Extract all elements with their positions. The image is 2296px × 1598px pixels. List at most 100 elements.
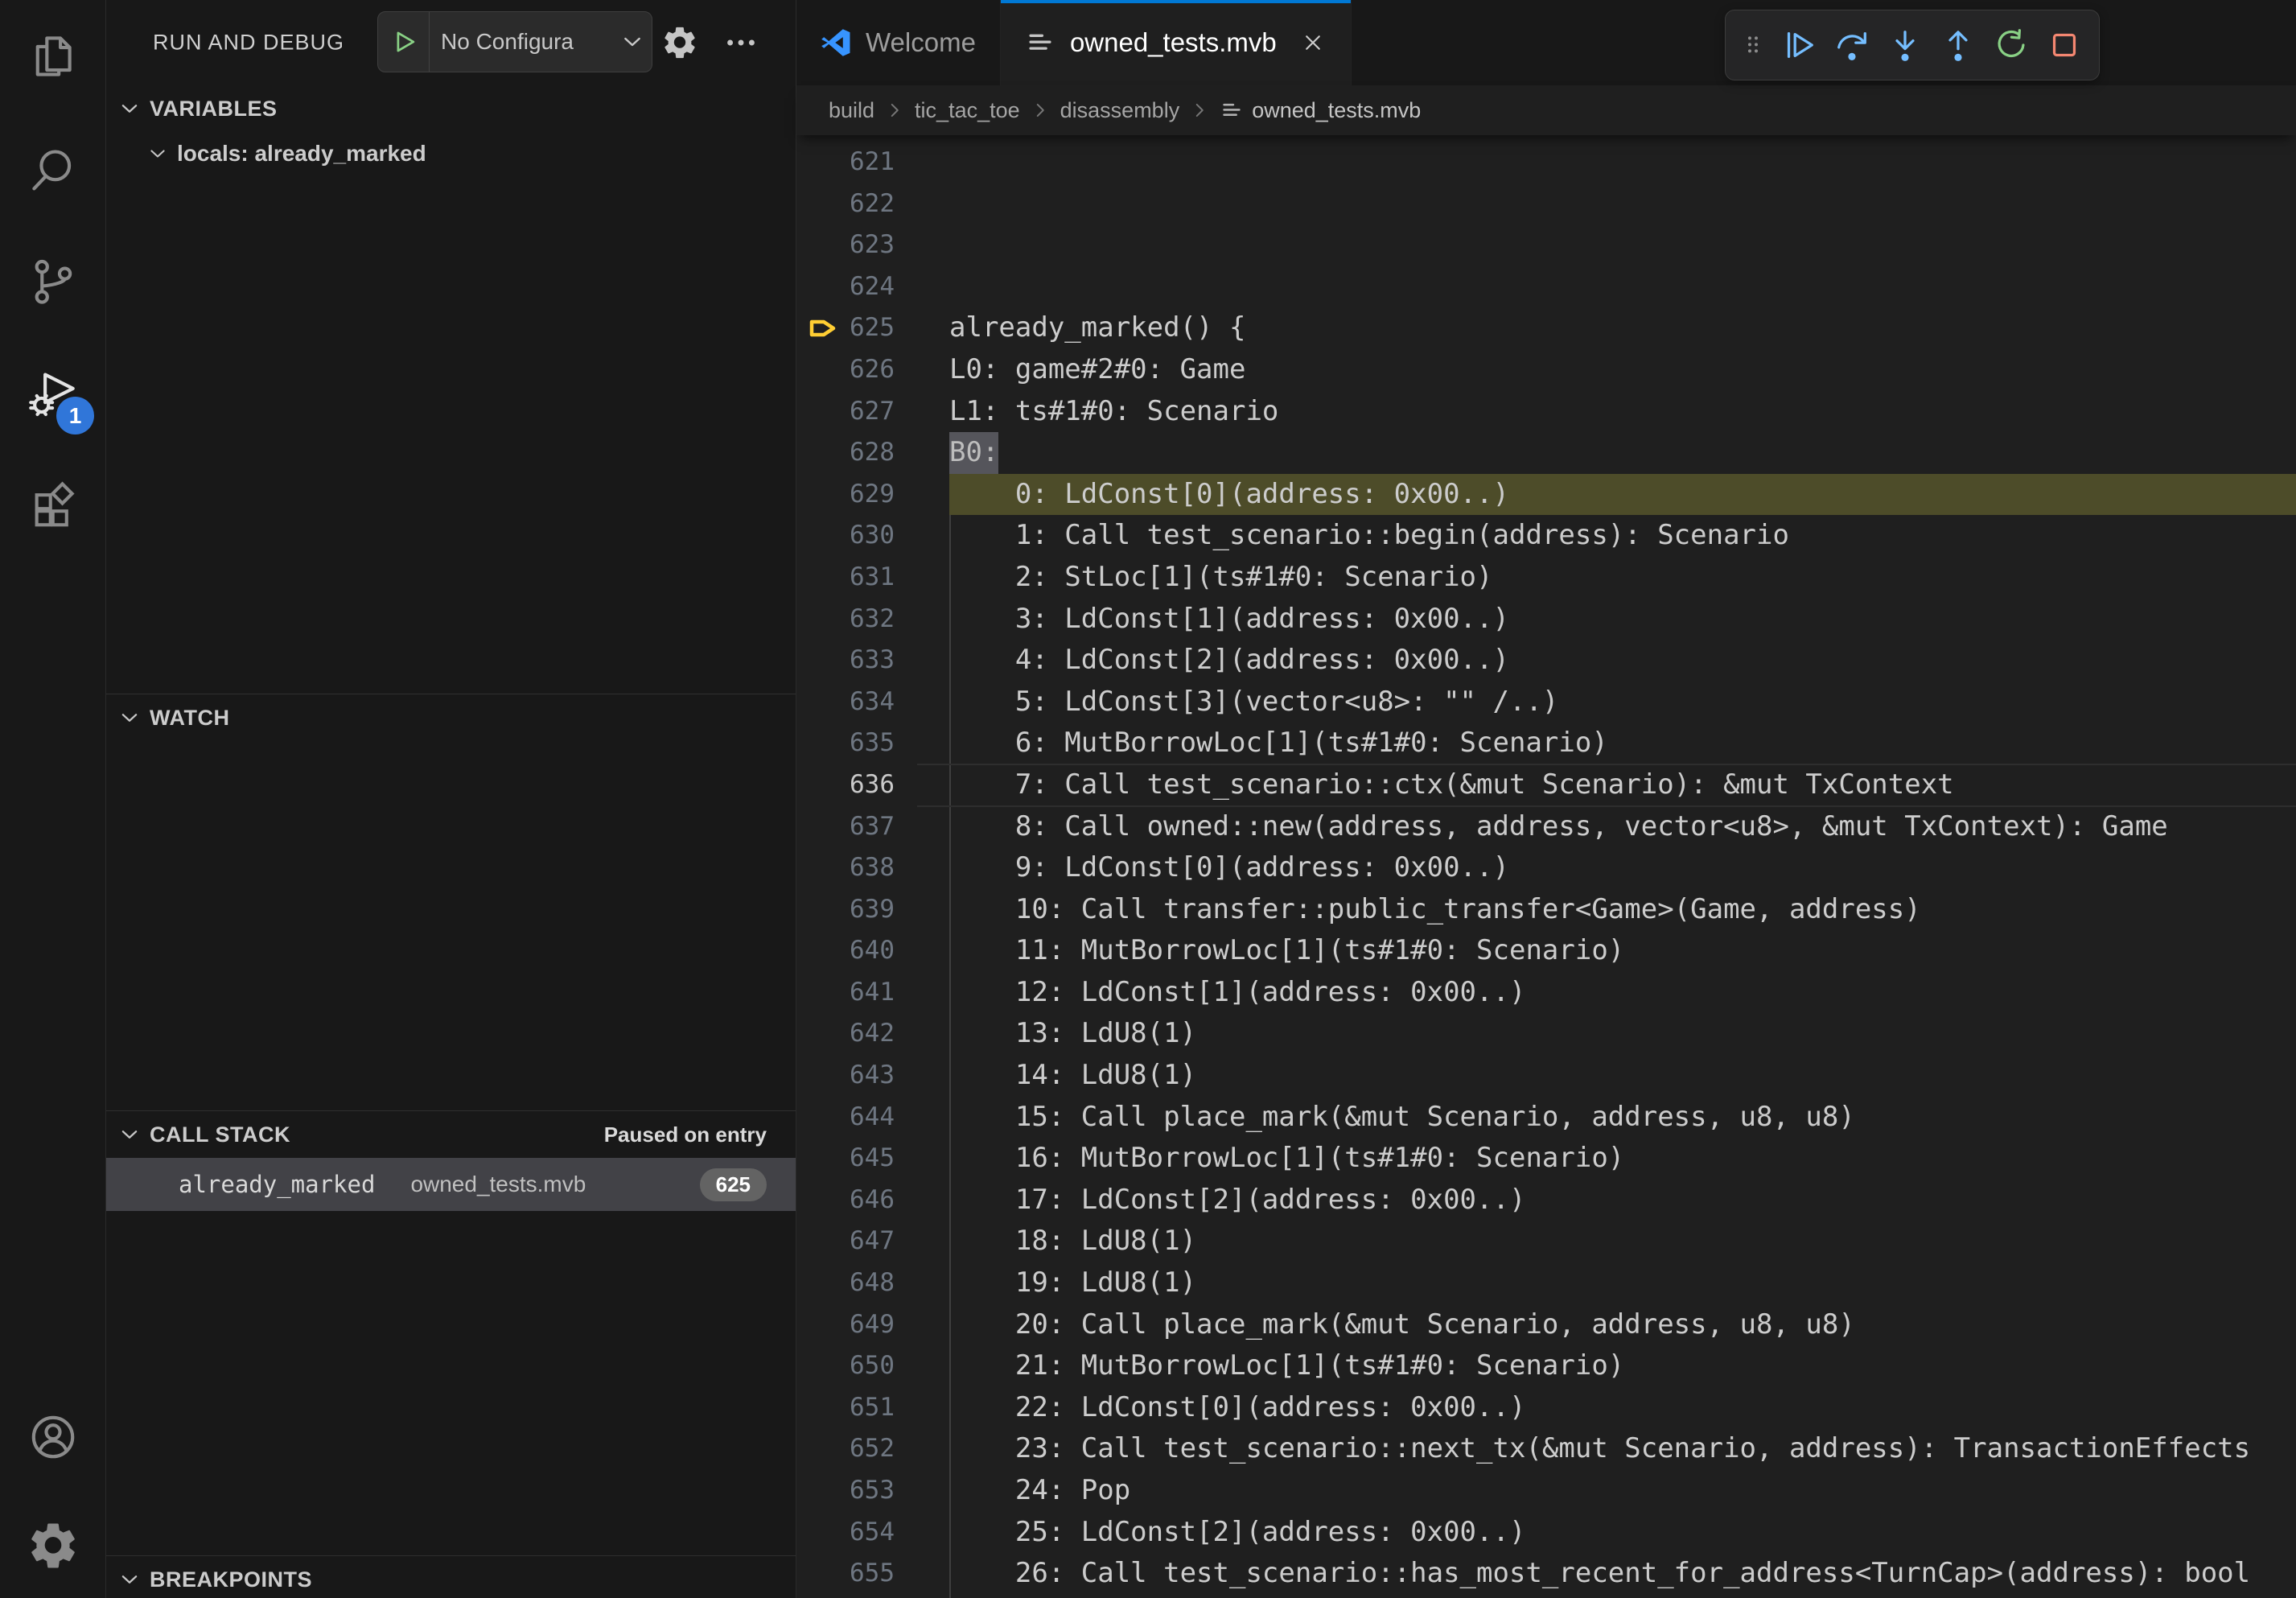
debug-status-badge: Paused on entry (604, 1122, 767, 1147)
line-number[interactable]: 624 (796, 266, 895, 308)
step-over-button[interactable] (1829, 22, 1875, 68)
debug-restart-icon (1993, 27, 2030, 64)
panel-header: RUN AND DEBUG No Configura (106, 0, 796, 85)
section-title: WATCH (150, 706, 229, 731)
line-number[interactable]: 641 (796, 972, 895, 1014)
chevron-down-icon (619, 29, 645, 55)
line-number[interactable]: 655 (796, 1553, 895, 1595)
code-line: 640 15: Call place_mark(&mut Scenario, a… (796, 930, 2296, 972)
line-number[interactable]: 654 (796, 1512, 895, 1554)
line-number[interactable]: 626 (796, 349, 895, 391)
step-out-button[interactable] (1935, 22, 1981, 68)
configuration-label: No Configura (430, 29, 619, 55)
debug-toolbar (1725, 10, 2100, 80)
extensions-icon (27, 480, 80, 533)
restart-button[interactable] (1988, 22, 2035, 68)
line-number[interactable]: 648 (796, 1262, 895, 1304)
sidebar-item-search[interactable] (0, 113, 105, 225)
call-stack-section-header[interactable]: CALL STACK Paused on entry (106, 1111, 796, 1158)
line-number[interactable]: 646 (796, 1180, 895, 1221)
debug-configuration-dropdown[interactable]: No Configura (377, 11, 652, 72)
line-number[interactable]: 637 (796, 806, 895, 848)
continue-button[interactable] (1775, 22, 1822, 68)
line-number[interactable]: 631 (796, 557, 895, 599)
line-number[interactable]: 642 (796, 1013, 895, 1055)
step-into-button[interactable] (1882, 22, 1928, 68)
breadcrumb-label: owned_tests.mvb (1252, 98, 1421, 123)
line-number[interactable]: 630 (796, 515, 895, 557)
line-number[interactable]: 650 (796, 1345, 895, 1387)
line-number[interactable]: 640 (796, 930, 895, 972)
code-line: 643 18: LdU8(1) (796, 1055, 2296, 1097)
source-control-icon (27, 255, 80, 308)
breakpoints-section-header[interactable]: BREAKPOINTS (106, 1556, 796, 1598)
line-number[interactable]: 649 (796, 1304, 895, 1346)
line-number[interactable]: 629 (796, 474, 895, 516)
code-line: 646 21: MutBorrowLoc[1](ts#1#0: Scenario… (796, 1180, 2296, 1221)
code-line: 626 1: Call test_scenario::begin(address… (796, 349, 2296, 391)
line-number[interactable]: 636 (796, 764, 895, 806)
variables-scope-row[interactable]: locals: already_marked (106, 132, 796, 175)
line-number[interactable]: 633 (796, 640, 895, 682)
tab-welcome[interactable]: Welcome (796, 0, 1001, 85)
open-launch-json-button[interactable] (661, 24, 698, 61)
toolbar-drag-handle[interactable] (1737, 22, 1769, 68)
close-icon[interactable] (1299, 29, 1327, 56)
line-number[interactable]: 644 (796, 1097, 895, 1139)
line-number[interactable]: 623 (796, 224, 895, 266)
manage-button[interactable] (0, 1493, 105, 1598)
breadcrumb-item[interactable]: build (829, 98, 874, 123)
line-number[interactable]: 635 (796, 723, 895, 764)
section-title: VARIABLES (150, 97, 278, 121)
debug-stop-icon (2046, 27, 2083, 64)
accounts-button[interactable] (0, 1381, 105, 1493)
section-title: BREAKPOINTS (150, 1567, 312, 1592)
variables-section-header[interactable]: VARIABLES (106, 85, 796, 132)
breadcrumb-item[interactable]: tic_tac_toe (915, 98, 1020, 123)
line-number[interactable]: 622 (796, 183, 895, 225)
code-editor[interactable]: 621 already_marked() { 622 L0: game#2#0:… (796, 135, 2296, 1598)
code-line: 645 20: Call place_mark(&mut Scenario, a… (796, 1138, 2296, 1180)
play-icon (389, 27, 419, 57)
sidebar-item-source-control[interactable] (0, 225, 105, 338)
file-lines-icon (1220, 98, 1244, 122)
line-number[interactable]: 627 (796, 391, 895, 433)
line-number[interactable]: 645 (796, 1138, 895, 1180)
line-number[interactable]: 653 (796, 1470, 895, 1512)
line-number[interactable]: 634 (796, 682, 895, 723)
line-number[interactable]: 643 (796, 1055, 895, 1097)
debug-step-out-icon (1940, 27, 1977, 64)
sidebar-item-run-and-debug[interactable]: 1 (0, 338, 105, 451)
line-number[interactable]: 652 (796, 1428, 895, 1470)
sidebar-item-explorer[interactable] (0, 0, 105, 113)
line-number[interactable]: 651 (796, 1387, 895, 1429)
views-and-more-actions-button[interactable] (722, 24, 759, 61)
breadcrumb-item[interactable]: owned_tests.mvb (1220, 98, 1421, 123)
call-stack-frame[interactable]: already_marked owned_tests.mvb 625 (106, 1158, 796, 1211)
line-number[interactable]: 632 (796, 599, 895, 640)
line-number[interactable]: 647 (796, 1221, 895, 1262)
line-number[interactable]: 628 (796, 432, 895, 474)
line-number[interactable]: 621 (796, 142, 895, 183)
code-line: 654 28: Branch(31) (796, 1512, 2296, 1554)
breadcrumb-item[interactable]: disassembly (1060, 98, 1180, 123)
tab-label: owned_tests.mvb (1070, 27, 1277, 58)
watch-section-header[interactable]: WATCH (106, 694, 796, 741)
stop-button[interactable] (2041, 22, 2088, 68)
start-debugging-button[interactable] (378, 12, 430, 72)
line-number[interactable]: 625 (796, 307, 895, 349)
chevron-down-icon (117, 1567, 142, 1592)
code-line: 644 19: LdU8(1) (796, 1097, 2296, 1139)
variables-section: VARIABLES locals: already_marked (106, 85, 796, 694)
code-line: 648 23: Call test_scenario::next_tx(&mut… (796, 1262, 2296, 1304)
sidebar-item-extensions[interactable] (0, 451, 105, 563)
frame-line-badge: 625 (700, 1168, 767, 1201)
line-number[interactable]: 639 (796, 889, 895, 931)
tab-owned-tests[interactable]: owned_tests.mvb (1001, 0, 1352, 85)
gripper-icon (1740, 27, 1766, 63)
code-line: 636 11: MutBorrowLoc[1](ts#1#0: Scenario… (796, 764, 2296, 806)
code-line: 642 17: LdConst[2](address: 0x00..) (796, 1013, 2296, 1055)
code-lines: 621 already_marked() { 622 L0: game#2#0:… (796, 142, 2296, 1595)
line-number[interactable]: 638 (796, 847, 895, 889)
tab-label: Welcome (866, 27, 976, 58)
